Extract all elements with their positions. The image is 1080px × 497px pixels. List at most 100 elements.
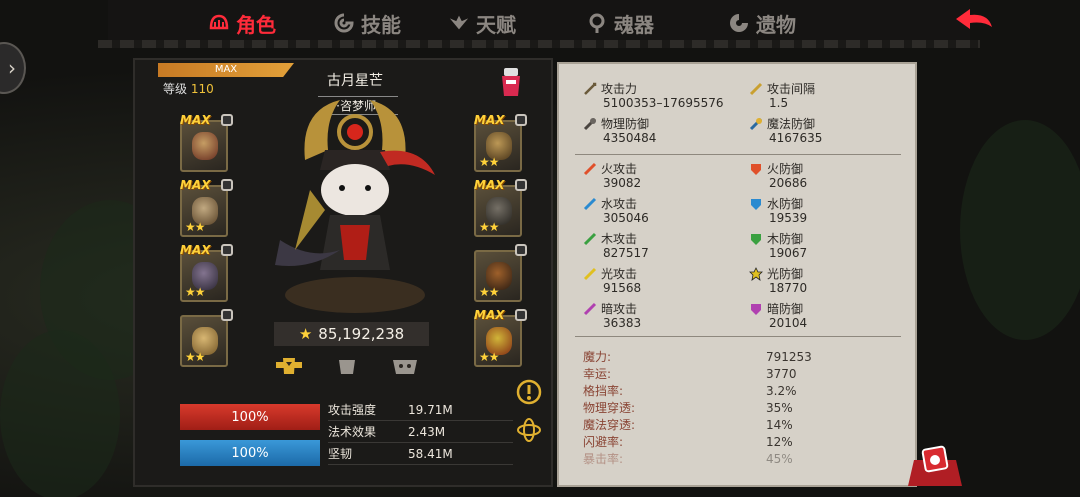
stat-value: 19.71M — [408, 402, 453, 417]
equip-slot-right-1[interactable]: MAX ★★ — [474, 113, 527, 172]
stat-label: 坚韧 — [328, 447, 353, 461]
character-name: 古月星芒 — [327, 73, 383, 89]
light-shield-icon — [749, 267, 763, 281]
stat-label: 攻击强度 — [328, 403, 377, 417]
stat-light-attack: 光攻击 91568 — [583, 267, 641, 295]
max-tag: MAX — [180, 113, 211, 127]
equip-slot-right-4[interactable]: MAX ★★ — [474, 308, 527, 367]
stat-value: 2.43M — [408, 424, 446, 439]
stats-panel: 攻击力 5100353–17695576 攻击间隔 1.5 物理防御 43504… — [557, 62, 917, 487]
lock-icon — [515, 309, 527, 321]
info-button[interactable] — [515, 379, 543, 409]
advanced-stats: 魔力: 791253 幸运: 3770 格挡率: 3.2% 物理穿透: 35% 魔法穿透… — [583, 348, 883, 467]
stat-dark-attack: 暗攻击 36383 — [583, 302, 641, 330]
star-rating: ★★ — [479, 285, 499, 299]
stat-dark-defense: 暗防御 20104 — [749, 302, 807, 330]
mask-icon — [192, 132, 218, 160]
lock-icon — [221, 179, 233, 191]
stat-magic-def: 魔法防御 4167635 — [749, 117, 822, 145]
stat-row: 暴击率: 45% — [583, 451, 793, 467]
soul-icon — [586, 12, 608, 34]
lock-icon — [221, 309, 233, 321]
max-tag: MAX — [180, 178, 211, 192]
tab-label: 魂器 — [614, 12, 654, 37]
max-tag: MAX — [180, 243, 211, 257]
stat-light-defense: 光防御 18770 — [749, 267, 807, 295]
combat-power: ★ 85,192,238 — [274, 322, 429, 346]
swirl-icon — [333, 12, 355, 34]
stat-fire-defense: 火防御 20686 — [749, 162, 807, 190]
equip-slot-left-2[interactable]: MAX ★★ — [180, 178, 233, 237]
tab-skills[interactable]: 技能 — [333, 6, 401, 40]
quill-icon — [749, 82, 763, 96]
stat-row: 格挡率: 3.2% — [583, 383, 797, 399]
stat-row: 攻击强度 19.71M — [328, 399, 513, 421]
stat-value: 58.41M — [408, 446, 453, 461]
chevron-right-icon: › — [8, 56, 16, 80]
attribute-button[interactable] — [515, 418, 543, 446]
wood-sword-icon — [583, 232, 597, 246]
armor-set-icon — [274, 354, 304, 382]
stat-row: 物理穿透: 35% — [583, 400, 793, 416]
level-label: 等级 110 — [163, 82, 214, 96]
max-tag: MAX — [474, 113, 505, 127]
stat-fire-attack: 火攻击 39082 — [583, 162, 641, 190]
stat-wood-attack: 木攻击 827517 — [583, 232, 649, 260]
light-sword-icon — [583, 267, 597, 281]
exp-bar: MAX — [158, 63, 294, 77]
stat-row: 法术效果 2.43M — [328, 421, 513, 443]
hp-bar: 100% — [180, 404, 320, 430]
max-tag: MAX — [474, 308, 505, 322]
tab-label: 天赋 — [476, 12, 516, 37]
stat-water-defense: 水防御 19539 — [749, 197, 807, 225]
atom-icon — [516, 417, 542, 447]
stat-water-attack: 水攻击 305046 — [583, 197, 649, 225]
armor-set-icon — [335, 356, 359, 380]
tab-talent[interactable]: 天赋 — [448, 6, 516, 40]
fire-shield-icon — [749, 162, 763, 176]
stat-wood-defense: 木防御 19067 — [749, 232, 807, 260]
water-shield-icon — [749, 197, 763, 211]
tab-label: 角色 — [236, 12, 276, 37]
mp-bar: 100% — [180, 440, 320, 466]
tab-label: 技能 — [361, 12, 401, 37]
stat-row: 幸运: 3770 — [583, 366, 797, 382]
lock-icon — [221, 114, 233, 126]
bag-icon — [900, 445, 970, 494]
helmet-icon — [208, 12, 230, 34]
relic-icon — [728, 12, 750, 34]
lock-icon — [515, 179, 527, 191]
bag-button[interactable] — [900, 440, 970, 490]
gear-set-tab-3[interactable] — [390, 356, 420, 380]
gear-set-tab-2[interactable] — [332, 356, 362, 380]
equip-slot-left-1[interactable]: MAX — [180, 113, 233, 172]
stat-row: 魔力: 791253 — [583, 349, 812, 365]
star-rating: ★★ — [479, 220, 499, 234]
level-value: 110 — [190, 82, 214, 96]
back-button[interactable] — [940, 4, 1010, 40]
dark-shield-icon — [749, 302, 763, 316]
star-rating: ★★ — [185, 220, 205, 234]
star-rating: ★★ — [185, 350, 205, 364]
stat-label: 法术效果 — [328, 425, 377, 439]
gear-set-tab-1[interactable] — [274, 356, 304, 380]
stat-phys-def: 物理防御 4350484 — [583, 117, 656, 145]
wood-shield-icon — [749, 232, 763, 246]
tab-bar: 角色 技能 天赋 魂器 遗物 — [98, 0, 992, 48]
back-arrow-icon — [952, 5, 998, 39]
wings-icon — [448, 12, 470, 34]
equip-slot-right-3[interactable]: ★★ — [474, 244, 527, 302]
tab-character[interactable]: 角色 — [208, 6, 276, 40]
fire-sword-icon — [583, 162, 597, 176]
tab-soul[interactable]: 魂器 — [586, 6, 654, 40]
potion-button[interactable] — [496, 64, 526, 100]
character-portrait — [270, 90, 470, 320]
combat-power-value: 85,192,238 — [318, 325, 405, 343]
equip-slot-left-3[interactable]: MAX ★★ — [180, 243, 233, 302]
potion-icon — [496, 68, 526, 104]
tab-relic[interactable]: 遗物 — [728, 6, 796, 40]
equip-slot-left-4[interactable]: ★★ — [180, 309, 233, 367]
equip-slot-right-2[interactable]: MAX ★★ — [474, 178, 527, 237]
star-rating: ★★ — [479, 350, 499, 364]
alert-icon — [516, 379, 542, 409]
